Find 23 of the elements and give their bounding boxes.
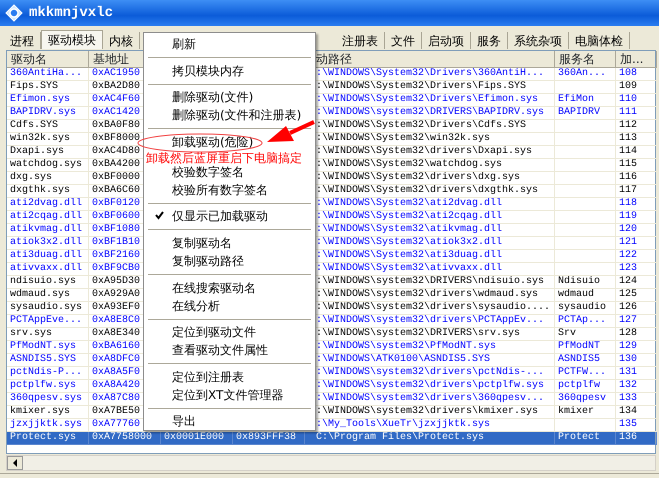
tab[interactable]: 文件 bbox=[385, 32, 422, 49]
tab[interactable]: 启动项 bbox=[422, 32, 471, 49]
table-cell: 0x893FFF38 bbox=[233, 432, 305, 445]
table-cell: Protect bbox=[555, 432, 616, 445]
table-cell: 0x0001E000 bbox=[161, 432, 233, 445]
menu-item[interactable]: 刷新 bbox=[146, 35, 198, 53]
table-cell: C:\Program Files\Protect.sys bbox=[305, 432, 555, 445]
table-row[interactable]: Protect.sys 0xA7758000 0x0001E000 0x893FFF38 C:\Program Files\Protect.sys Protect 136 bbox=[7, 432, 655, 445]
tab[interactable]: 服务 bbox=[471, 32, 508, 49]
scroll-left-button[interactable] bbox=[7, 456, 23, 470]
horizontal-scrollbar[interactable] bbox=[6, 455, 656, 471]
table-cell: Protect.sys bbox=[7, 432, 89, 445]
window-title: mkkmnjvxlc bbox=[29, 4, 114, 22]
tab[interactable]: 注册表 bbox=[336, 32, 385, 49]
arrow bbox=[267, 120, 315, 142]
table-cell: 136 bbox=[616, 432, 657, 445]
tab[interactable]: 内核 bbox=[103, 32, 140, 49]
left-arrow-icon bbox=[12, 459, 18, 467]
table-cell: 0xA7758000 bbox=[89, 432, 161, 445]
tab[interactable]: 驱动模块 bbox=[41, 30, 103, 49]
app-icon bbox=[5, 4, 23, 22]
tab[interactable]: 电脑体检 bbox=[569, 32, 630, 49]
tab[interactable]: 系统杂项 bbox=[508, 32, 569, 49]
